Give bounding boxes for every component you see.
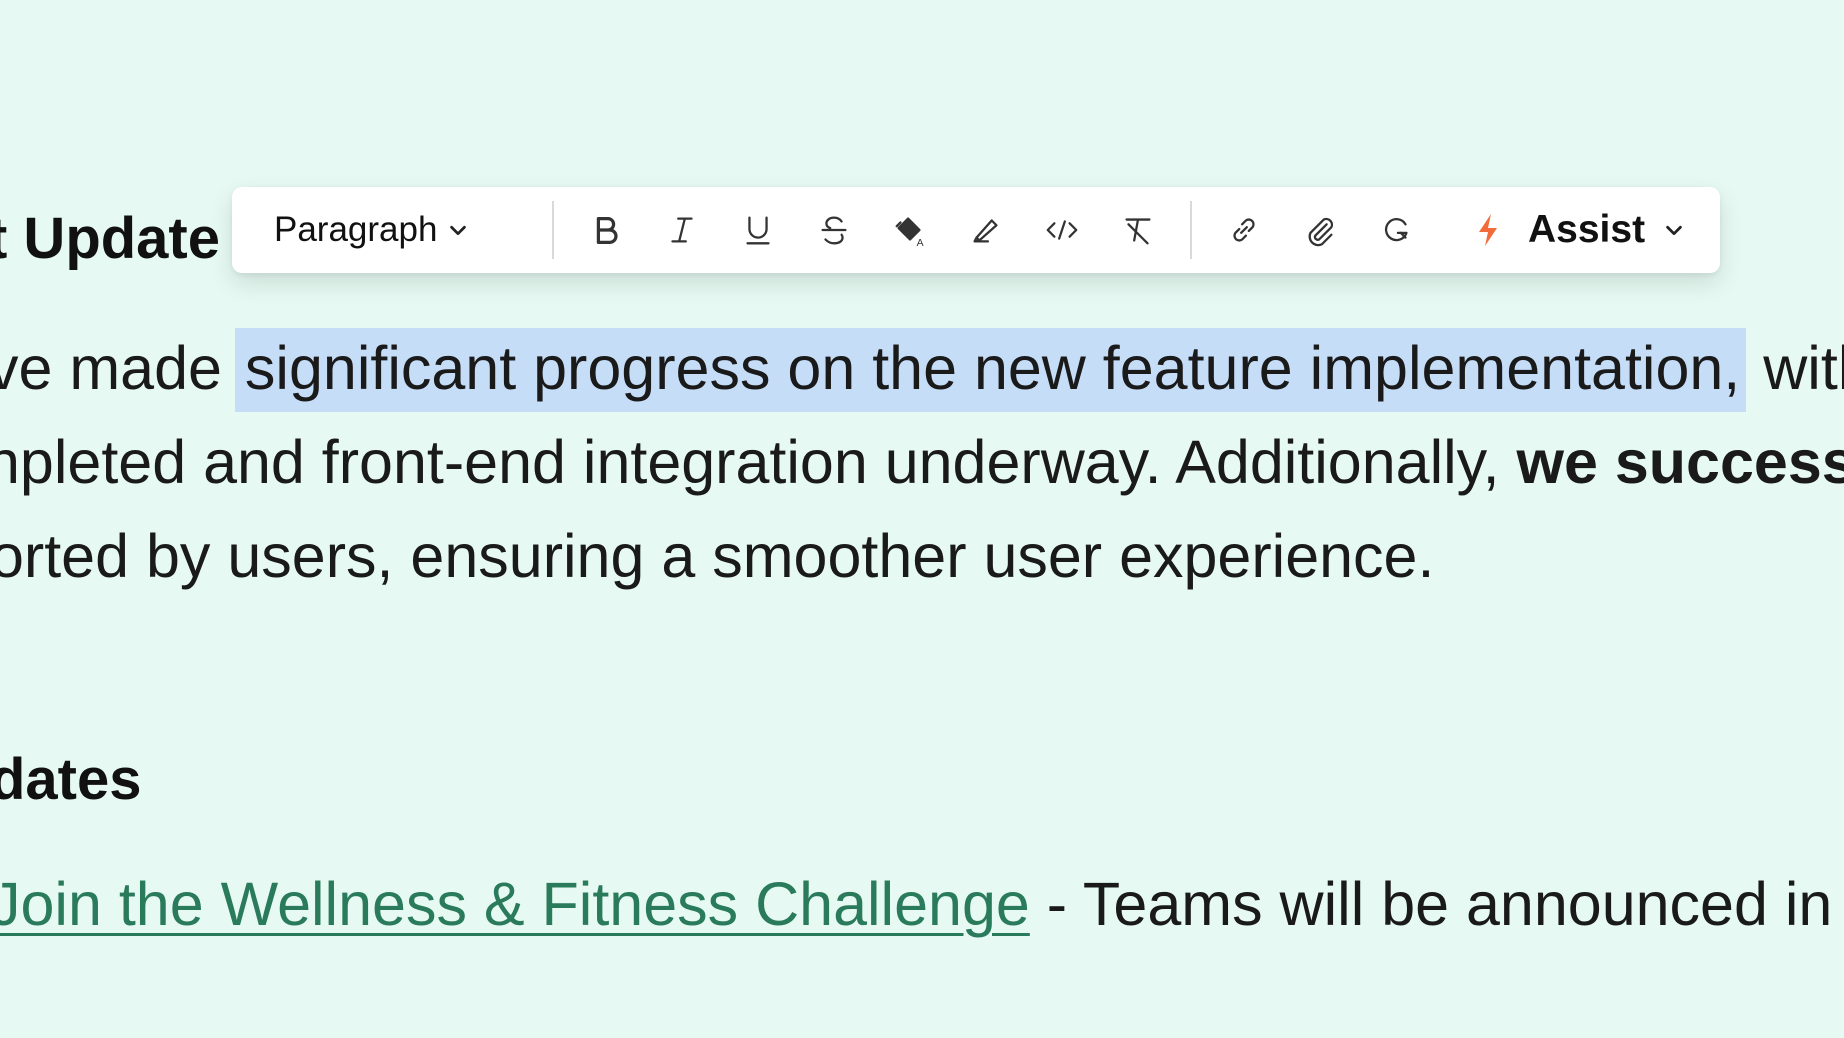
- lightning-bolt-icon: [1479, 214, 1497, 246]
- strikethrough-button[interactable]: [796, 198, 872, 262]
- highlighter-icon: [973, 219, 998, 243]
- link-button[interactable]: [1206, 198, 1282, 262]
- text-color-button[interactable]: A: [872, 198, 948, 262]
- paragraph-line-2: npleted and front-end integration underw…: [0, 432, 1844, 493]
- grammarly-icon: [1384, 218, 1408, 242]
- grammar-button[interactable]: [1358, 198, 1434, 262]
- paragraph-text: ve made: [0, 334, 239, 402]
- code-icon: [1046, 220, 1078, 240]
- clear-format-button[interactable]: [1100, 198, 1176, 262]
- paint-bucket-icon: A: [895, 217, 924, 249]
- paperclip-icon: [1308, 217, 1334, 247]
- underline-button[interactable]: [720, 198, 796, 262]
- attach-button[interactable]: [1282, 198, 1358, 262]
- italic-button[interactable]: [644, 198, 720, 262]
- bold-button[interactable]: [568, 198, 644, 262]
- chevron-down-icon: [450, 225, 467, 236]
- highlight-button[interactable]: [948, 198, 1024, 262]
- section-heading-project-update: t Update: [0, 206, 220, 271]
- underline-icon: [746, 216, 770, 245]
- paragraph-line-1: ve made significant progress on the new …: [0, 328, 1844, 412]
- italic-icon: [671, 217, 693, 243]
- paragraph-text: npleted and front-end integration underw…: [0, 428, 1517, 496]
- code-button[interactable]: [1024, 198, 1100, 262]
- strikethrough-icon: [821, 216, 847, 245]
- toolbar-divider: [1190, 201, 1192, 259]
- formatting-toolbar: Paragraph A Assist: [232, 187, 1720, 273]
- chevron-down-icon: [1666, 225, 1682, 236]
- clear-formatting-icon: [1125, 218, 1151, 245]
- block-type-label: Paragraph: [274, 210, 438, 249]
- bold-icon: [596, 216, 618, 244]
- assist-button[interactable]: Assist: [1474, 198, 1685, 262]
- paragraph-line-3: orted by users, ensuring a smoother user…: [0, 522, 1435, 590]
- block-type-dropdown[interactable]: Paragraph: [270, 200, 538, 260]
- link-icon: [1233, 218, 1255, 242]
- paragraph-text: with t: [1763, 334, 1844, 402]
- list-item-text: - Teams will be announced in Sla: [1046, 870, 1844, 938]
- wellness-challenge-link[interactable]: Join the Wellness & Fitness Challenge: [0, 870, 1030, 938]
- assist-label: Assist: [1528, 208, 1646, 251]
- list-item: Join the Wellness & Fitness Challenge - …: [0, 874, 1844, 935]
- svg-text:A: A: [917, 238, 924, 249]
- toolbar-divider: [552, 201, 554, 259]
- section-heading-updates: dates: [0, 747, 142, 812]
- selected-text[interactable]: significant progress on the new feature …: [234, 328, 1747, 412]
- bold-text: we successfu: [1516, 428, 1844, 496]
- editor-canvas[interactable]: t Update ve made significant progress on…: [0, 0, 1844, 1038]
